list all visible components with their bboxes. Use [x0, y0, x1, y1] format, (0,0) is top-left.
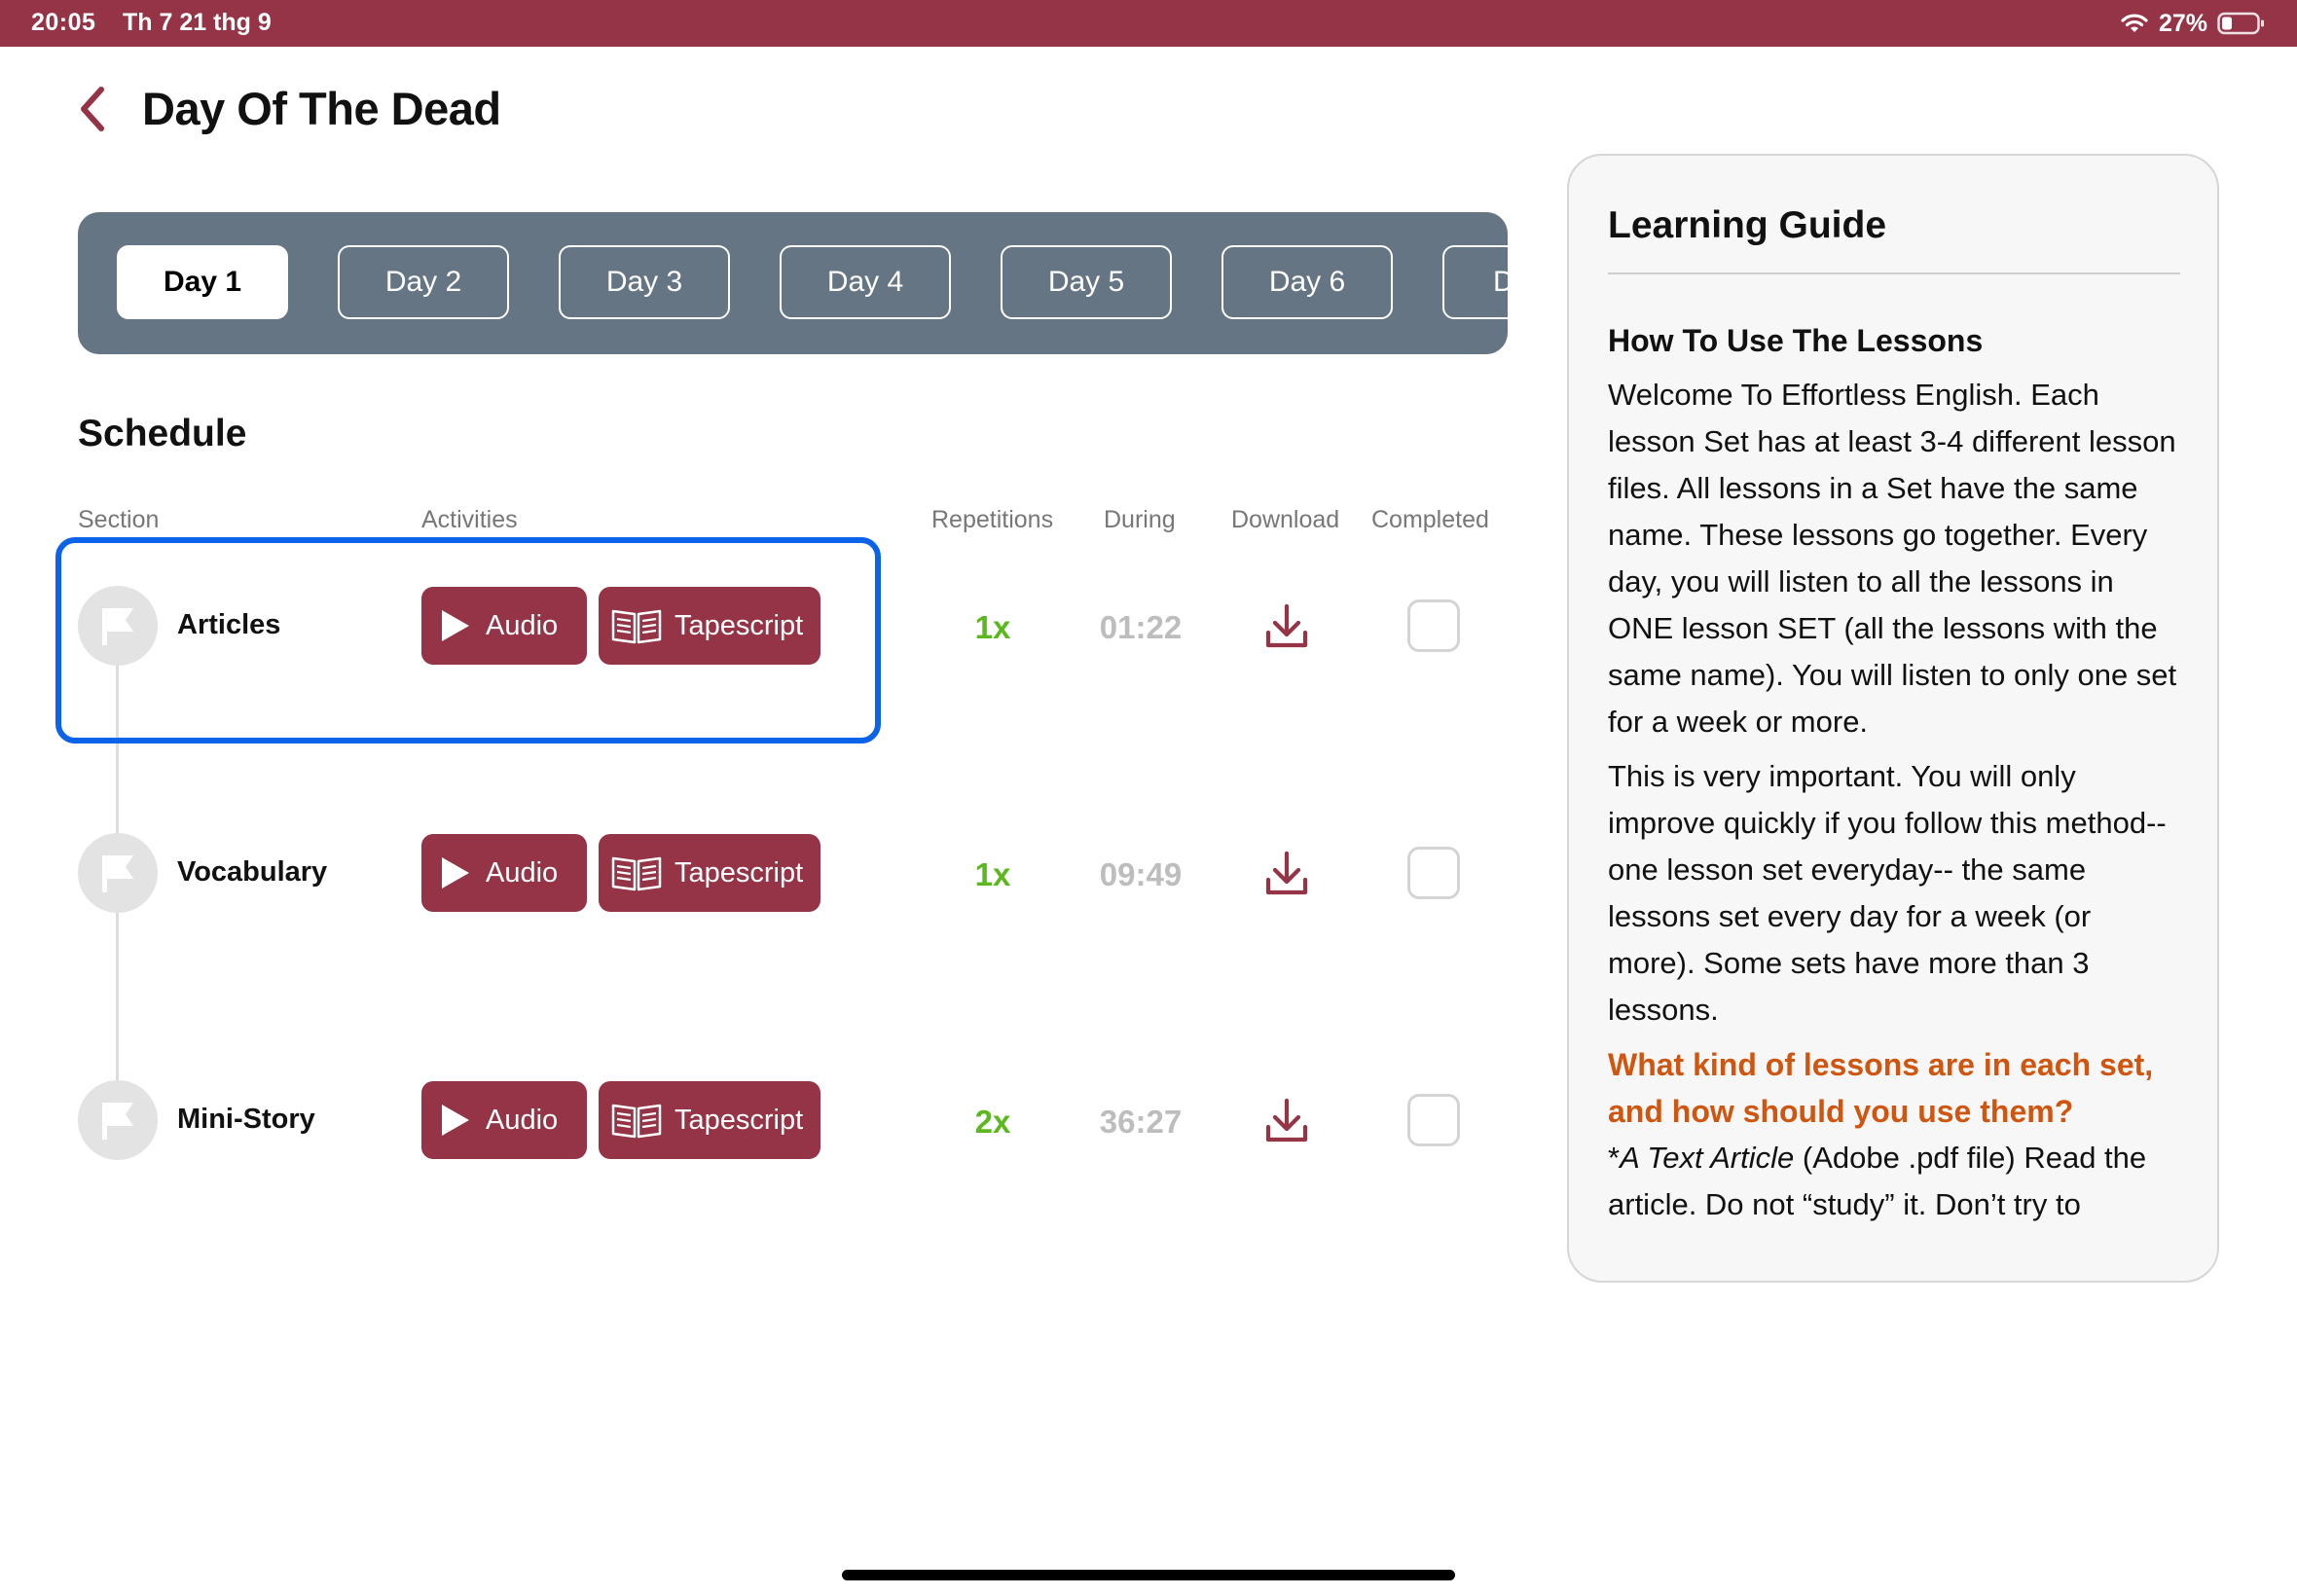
status-date: Th 7 21 thg 9	[123, 9, 272, 36]
schedule-row-mini-story: Mini-Story Audio Tapescript 2x 36:27	[0, 1080, 1518, 1168]
audio-button[interactable]: Audio	[421, 1081, 587, 1159]
audio-button[interactable]: Audio	[421, 834, 587, 912]
completed-checkbox[interactable]	[1407, 847, 1460, 899]
column-header-section: Section	[78, 506, 160, 533]
guide-article-line: *A Text Article (Adobe .pdf file) Read t…	[1608, 1135, 2184, 1228]
section-name: Mini-Story	[177, 1104, 315, 1135]
repetitions-value: 1x	[974, 856, 1011, 892]
completed-checkbox[interactable]	[1407, 599, 1460, 652]
status-right: 27%	[2120, 8, 2266, 39]
audio-button-label: Audio	[486, 1104, 559, 1136]
learning-guide-panel: Learning Guide How To Use The Lessons We…	[1567, 154, 2219, 1283]
divider	[1608, 272, 2180, 274]
tapescript-button-label: Tapescript	[675, 856, 804, 889]
guide-paragraph: This is very important. You will only im…	[1608, 759, 2167, 1027]
status-time: 20:05	[31, 9, 96, 36]
play-icon	[442, 1105, 469, 1136]
column-header-activities: Activities	[421, 506, 518, 533]
learning-guide-body: How To Use The Lessons Welcome To Effort…	[1608, 317, 2184, 1228]
status-bar: 20:05 Th 7 21 thg 9 27%	[0, 0, 2297, 47]
tapescript-button[interactable]: Tapescript	[599, 834, 820, 912]
book-icon	[611, 856, 662, 891]
guide-question: What kind of lessons are in each set, an…	[1608, 1047, 2154, 1129]
column-header-download: Download	[1231, 506, 1340, 533]
tapescript-button[interactable]: Tapescript	[599, 1081, 820, 1159]
duration-value: 01:22	[1099, 609, 1183, 645]
schedule-title: Schedule	[78, 413, 247, 454]
tapescript-button-label: Tapescript	[675, 1104, 804, 1136]
home-indicator[interactable]	[842, 1570, 1455, 1580]
duration-value: 09:49	[1099, 856, 1183, 892]
battery-percentage: 27%	[2158, 9, 2207, 37]
article-prefix: *	[1608, 1141, 1621, 1175]
flag-icon	[78, 1080, 158, 1160]
duration-value: 36:27	[1099, 1104, 1183, 1140]
repetitions-value: 1x	[974, 609, 1011, 645]
tab-day-7-partial[interactable]: D	[1442, 245, 1508, 319]
download-icon[interactable]	[1261, 849, 1312, 899]
audio-button-label: Audio	[486, 856, 559, 889]
completed-checkbox[interactable]	[1407, 1094, 1460, 1146]
tab-day-1[interactable]: Day 1	[117, 245, 288, 319]
page-title: Day Of The Dead	[142, 83, 501, 134]
flag-icon	[78, 833, 158, 913]
wifi-icon	[2120, 12, 2149, 35]
column-header-repetitions: Repetitions	[931, 506, 1054, 533]
tab-day-4[interactable]: Day 4	[780, 245, 951, 319]
download-icon[interactable]	[1261, 601, 1312, 652]
guide-paragraph: Welcome To Effortless English. Each less…	[1608, 378, 2177, 739]
repetitions-value: 2x	[974, 1104, 1011, 1140]
day-tabs-bar: Day 1 Day 2 Day 3 Day 4 Day 5 Day 6 D	[78, 212, 1508, 354]
tab-day-6[interactable]: Day 6	[1221, 245, 1393, 319]
column-header-during: During	[1104, 506, 1176, 533]
selection-highlight	[55, 537, 881, 744]
battery-icon	[2217, 12, 2266, 35]
tab-day-3[interactable]: Day 3	[559, 245, 730, 319]
tab-day-5[interactable]: Day 5	[1001, 245, 1172, 319]
section-name: Vocabulary	[177, 856, 328, 888]
play-icon	[442, 857, 469, 889]
tab-day-2[interactable]: Day 2	[338, 245, 509, 319]
download-icon[interactable]	[1261, 1096, 1312, 1146]
book-icon	[611, 1104, 662, 1139]
column-header-completed: Completed	[1371, 506, 1489, 533]
article-title: A Text Article	[1620, 1141, 1795, 1175]
schedule-row-vocabulary: Vocabulary Audio Tapescript 1x 09:49	[0, 833, 1518, 921]
chevron-left-icon[interactable]	[74, 84, 113, 134]
guide-heading: How To Use The Lessons	[1608, 323, 1984, 358]
learning-guide-title: Learning Guide	[1608, 204, 1887, 246]
